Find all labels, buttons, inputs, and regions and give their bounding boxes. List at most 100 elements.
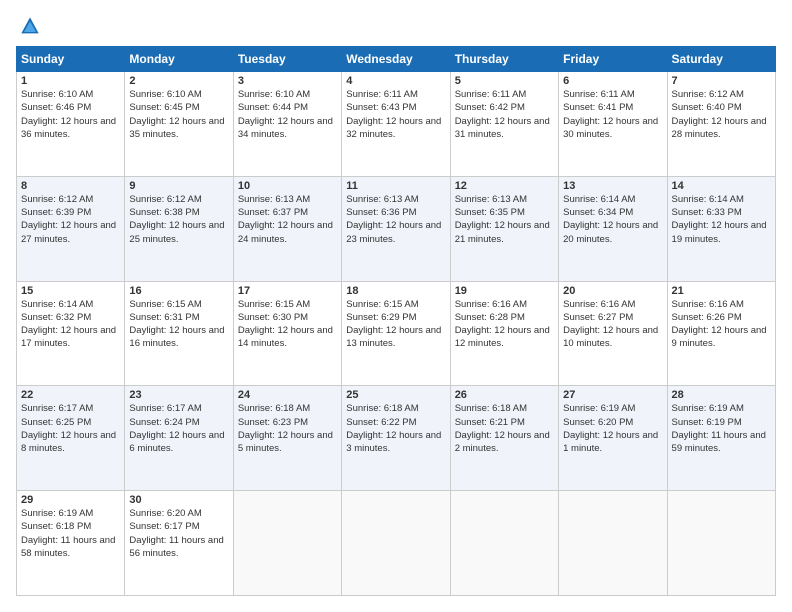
- day-info: Sunrise: 6:13 AM Sunset: 6:37 PM Dayligh…: [238, 193, 337, 246]
- sunrise-label: Sunrise: 6:18 AM: [346, 403, 418, 414]
- sunset-label: Sunset: 6:19 PM: [672, 417, 742, 428]
- sunset-label: Sunset: 6:42 PM: [455, 102, 525, 113]
- daylight-label: Daylight: 12 hours and 23 minutes.: [346, 220, 441, 244]
- calendar-week-row: 8 Sunrise: 6:12 AM Sunset: 6:39 PM Dayli…: [17, 176, 776, 281]
- calendar-day-cell: 27 Sunrise: 6:19 AM Sunset: 6:20 PM Dayl…: [559, 386, 667, 491]
- daylight-label: Daylight: 12 hours and 1 minute.: [563, 430, 658, 454]
- day-info: Sunrise: 6:17 AM Sunset: 6:25 PM Dayligh…: [21, 402, 120, 455]
- calendar-day-header: Thursday: [450, 47, 558, 72]
- calendar-week-row: 22 Sunrise: 6:17 AM Sunset: 6:25 PM Dayl…: [17, 386, 776, 491]
- daylight-label: Daylight: 11 hours and 58 minutes.: [21, 535, 115, 559]
- sunrise-label: Sunrise: 6:15 AM: [238, 299, 310, 310]
- sunrise-label: Sunrise: 6:13 AM: [346, 194, 418, 205]
- day-number: 23: [129, 389, 228, 401]
- day-info: Sunrise: 6:16 AM Sunset: 6:27 PM Dayligh…: [563, 298, 662, 351]
- day-number: 7: [672, 75, 771, 87]
- calendar-day-cell: 17 Sunrise: 6:15 AM Sunset: 6:30 PM Dayl…: [233, 281, 341, 386]
- day-number: 9: [129, 180, 228, 192]
- calendar-day-cell: 7 Sunrise: 6:12 AM Sunset: 6:40 PM Dayli…: [667, 72, 775, 177]
- day-number: 25: [346, 389, 445, 401]
- daylight-label: Daylight: 12 hours and 24 minutes.: [238, 220, 333, 244]
- logo-icon: [20, 16, 40, 36]
- calendar-day-header: Tuesday: [233, 47, 341, 72]
- calendar-day-cell: [342, 491, 450, 596]
- calendar-day-cell: 18 Sunrise: 6:15 AM Sunset: 6:29 PM Dayl…: [342, 281, 450, 386]
- sunset-label: Sunset: 6:30 PM: [238, 312, 308, 323]
- sunrise-label: Sunrise: 6:17 AM: [21, 403, 93, 414]
- sunset-label: Sunset: 6:32 PM: [21, 312, 91, 323]
- day-number: 3: [238, 75, 337, 87]
- daylight-label: Daylight: 12 hours and 31 minutes.: [455, 116, 550, 140]
- daylight-label: Daylight: 12 hours and 35 minutes.: [129, 116, 224, 140]
- sunset-label: Sunset: 6:33 PM: [672, 207, 742, 218]
- day-number: 22: [21, 389, 120, 401]
- day-number: 30: [129, 494, 228, 506]
- sunrise-label: Sunrise: 6:14 AM: [21, 299, 93, 310]
- day-number: 12: [455, 180, 554, 192]
- calendar-day-cell: [450, 491, 558, 596]
- sunrise-label: Sunrise: 6:18 AM: [238, 403, 310, 414]
- calendar-day-header: Friday: [559, 47, 667, 72]
- day-info: Sunrise: 6:11 AM Sunset: 6:41 PM Dayligh…: [563, 88, 662, 141]
- day-info: Sunrise: 6:10 AM Sunset: 6:45 PM Dayligh…: [129, 88, 228, 141]
- daylight-label: Daylight: 12 hours and 2 minutes.: [455, 430, 550, 454]
- sunrise-label: Sunrise: 6:15 AM: [346, 299, 418, 310]
- sunset-label: Sunset: 6:27 PM: [563, 312, 633, 323]
- day-number: 18: [346, 285, 445, 297]
- day-number: 2: [129, 75, 228, 87]
- day-number: 20: [563, 285, 662, 297]
- day-info: Sunrise: 6:18 AM Sunset: 6:21 PM Dayligh…: [455, 402, 554, 455]
- calendar-day-cell: 22 Sunrise: 6:17 AM Sunset: 6:25 PM Dayl…: [17, 386, 125, 491]
- calendar-day-header: Saturday: [667, 47, 775, 72]
- day-number: 15: [21, 285, 120, 297]
- daylight-label: Daylight: 12 hours and 36 minutes.: [21, 116, 116, 140]
- day-number: 19: [455, 285, 554, 297]
- sunrise-label: Sunrise: 6:20 AM: [129, 508, 201, 519]
- day-info: Sunrise: 6:11 AM Sunset: 6:42 PM Dayligh…: [455, 88, 554, 141]
- day-number: 26: [455, 389, 554, 401]
- calendar-day-cell: 28 Sunrise: 6:19 AM Sunset: 6:19 PM Dayl…: [667, 386, 775, 491]
- day-number: 1: [21, 75, 120, 87]
- calendar-day-cell: 10 Sunrise: 6:13 AM Sunset: 6:37 PM Dayl…: [233, 176, 341, 281]
- page: SundayMondayTuesdayWednesdayThursdayFrid…: [0, 0, 792, 612]
- calendar-day-cell: 6 Sunrise: 6:11 AM Sunset: 6:41 PM Dayli…: [559, 72, 667, 177]
- sunset-label: Sunset: 6:17 PM: [129, 521, 199, 532]
- day-info: Sunrise: 6:10 AM Sunset: 6:46 PM Dayligh…: [21, 88, 120, 141]
- day-info: Sunrise: 6:16 AM Sunset: 6:28 PM Dayligh…: [455, 298, 554, 351]
- sunrise-label: Sunrise: 6:10 AM: [21, 89, 93, 100]
- calendar-week-row: 15 Sunrise: 6:14 AM Sunset: 6:32 PM Dayl…: [17, 281, 776, 386]
- calendar-day-cell: [233, 491, 341, 596]
- day-info: Sunrise: 6:16 AM Sunset: 6:26 PM Dayligh…: [672, 298, 771, 351]
- day-info: Sunrise: 6:10 AM Sunset: 6:44 PM Dayligh…: [238, 88, 337, 141]
- calendar-day-cell: 14 Sunrise: 6:14 AM Sunset: 6:33 PM Dayl…: [667, 176, 775, 281]
- calendar-day-cell: 4 Sunrise: 6:11 AM Sunset: 6:43 PM Dayli…: [342, 72, 450, 177]
- day-number: 10: [238, 180, 337, 192]
- daylight-label: Daylight: 12 hours and 6 minutes.: [129, 430, 224, 454]
- day-number: 17: [238, 285, 337, 297]
- day-info: Sunrise: 6:15 AM Sunset: 6:30 PM Dayligh…: [238, 298, 337, 351]
- daylight-label: Daylight: 12 hours and 34 minutes.: [238, 116, 333, 140]
- logo: [16, 16, 40, 36]
- sunset-label: Sunset: 6:45 PM: [129, 102, 199, 113]
- daylight-label: Daylight: 12 hours and 20 minutes.: [563, 220, 658, 244]
- sunrise-label: Sunrise: 6:10 AM: [129, 89, 201, 100]
- sunrise-label: Sunrise: 6:13 AM: [455, 194, 527, 205]
- calendar-day-cell: 21 Sunrise: 6:16 AM Sunset: 6:26 PM Dayl…: [667, 281, 775, 386]
- day-number: 13: [563, 180, 662, 192]
- calendar-table: SundayMondayTuesdayWednesdayThursdayFrid…: [16, 46, 776, 596]
- day-info: Sunrise: 6:13 AM Sunset: 6:36 PM Dayligh…: [346, 193, 445, 246]
- sunrise-label: Sunrise: 6:16 AM: [563, 299, 635, 310]
- daylight-label: Daylight: 12 hours and 16 minutes.: [129, 325, 224, 349]
- calendar-day-cell: 13 Sunrise: 6:14 AM Sunset: 6:34 PM Dayl…: [559, 176, 667, 281]
- calendar-day-cell: 26 Sunrise: 6:18 AM Sunset: 6:21 PM Dayl…: [450, 386, 558, 491]
- sunset-label: Sunset: 6:34 PM: [563, 207, 633, 218]
- calendar-day-header: Sunday: [17, 47, 125, 72]
- sunset-label: Sunset: 6:39 PM: [21, 207, 91, 218]
- calendar-day-cell: 19 Sunrise: 6:16 AM Sunset: 6:28 PM Dayl…: [450, 281, 558, 386]
- daylight-label: Daylight: 12 hours and 25 minutes.: [129, 220, 224, 244]
- calendar-day-header: Wednesday: [342, 47, 450, 72]
- daylight-label: Daylight: 12 hours and 9 minutes.: [672, 325, 767, 349]
- calendar-week-row: 1 Sunrise: 6:10 AM Sunset: 6:46 PM Dayli…: [17, 72, 776, 177]
- calendar-day-cell: 29 Sunrise: 6:19 AM Sunset: 6:18 PM Dayl…: [17, 491, 125, 596]
- day-info: Sunrise: 6:19 AM Sunset: 6:18 PM Dayligh…: [21, 507, 120, 560]
